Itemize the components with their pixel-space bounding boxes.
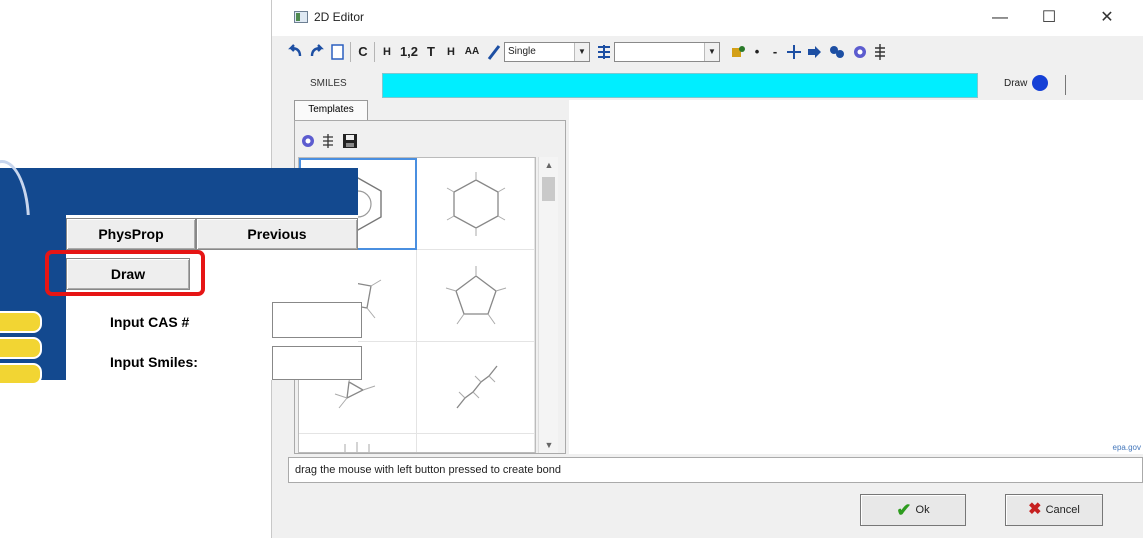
numbering-button[interactable]: 1,2	[398, 42, 420, 62]
draw-button-highlight	[45, 250, 205, 296]
status-bar: drag the mouse with left button pressed …	[288, 457, 1143, 483]
undo-icon[interactable]	[286, 42, 304, 62]
decorative-pill-icon	[0, 337, 42, 359]
align-icon[interactable]	[320, 133, 336, 149]
decorative-pill-icon	[0, 311, 42, 333]
bond-stereo-icon[interactable]	[596, 42, 612, 62]
editor-window: 2D Editor — ☐ ✕ C H 1,2 T H AA Single ▼ …	[272, 0, 1143, 538]
ring-icon[interactable]	[852, 42, 868, 62]
scroll-thumb[interactable]	[542, 177, 555, 201]
cancel-button[interactable]: ✖ Cancel	[1005, 494, 1103, 526]
new-document-icon[interactable]	[330, 42, 346, 62]
ok-label: Ok	[915, 504, 930, 516]
drawing-canvas[interactable]: epa.gov	[569, 100, 1143, 454]
physprop-button[interactable]: PhysProp	[66, 218, 196, 250]
smiles-input[interactable]	[382, 73, 978, 98]
templates-scrollbar[interactable]: ▲ ▼	[538, 157, 558, 453]
move-icon[interactable]	[786, 42, 802, 62]
hydrogen-button-2[interactable]: H	[444, 42, 458, 62]
decorative-pill-icon	[0, 363, 42, 385]
divider	[1065, 75, 1066, 95]
toolbar: C H 1,2 T H AA Single ▼ ▼ • -	[280, 38, 1130, 68]
chain-structure-icon	[456, 365, 498, 409]
atom-select[interactable]: ▼	[614, 42, 720, 62]
template-chain[interactable]	[417, 342, 535, 434]
ok-button[interactable]: ✔ Ok	[860, 494, 966, 526]
fill-icon[interactable]	[730, 42, 746, 62]
partial-structure-icon	[344, 442, 370, 452]
cyclohexane-structure-icon	[446, 172, 506, 236]
ring-icon[interactable]	[300, 133, 316, 149]
bond-type-value: Single	[508, 46, 536, 57]
close-button[interactable]: ✕	[1084, 0, 1130, 36]
draw-smiles-label[interactable]: Draw	[1004, 78, 1027, 89]
align-icon[interactable]	[872, 42, 888, 62]
carbon-button[interactable]: C	[356, 42, 370, 62]
input-smiles-label: Input Smiles:	[110, 354, 198, 370]
site-url: epa.gov	[1112, 443, 1141, 452]
title-bar: 2D Editor — ☐ ✕	[272, 0, 1143, 36]
minimize-button[interactable]: —	[977, 0, 1023, 36]
window-title: 2D Editor	[314, 10, 365, 24]
smiles-label: SMILES	[310, 78, 347, 89]
decorative-panel	[0, 215, 66, 385]
background-app-window: PhysProp Previous Draw Input CAS # Input…	[0, 160, 362, 385]
bond-pencil-icon[interactable]	[486, 42, 502, 62]
input-cas-label: Input CAS #	[110, 314, 190, 330]
draw-dot-icon[interactable]	[1032, 75, 1048, 91]
chevron-down-icon[interactable]: ▼	[574, 43, 589, 61]
atom-label-button[interactable]: AA	[462, 42, 482, 62]
previous-button[interactable]: Previous	[196, 218, 358, 250]
scroll-up-icon[interactable]: ▲	[539, 157, 559, 173]
smiles-app-input[interactable]	[272, 346, 362, 380]
arrow-right-icon[interactable]	[806, 42, 822, 62]
cas-input[interactable]	[272, 302, 362, 338]
text-button[interactable]: T	[424, 42, 438, 62]
hydrogen-button[interactable]: H	[380, 42, 394, 62]
cancel-label: Cancel	[1045, 504, 1080, 516]
save-icon[interactable]	[342, 133, 358, 149]
tab-templates[interactable]: Templates	[294, 100, 368, 120]
dot-icon[interactable]: •	[752, 42, 762, 62]
chevron-down-icon[interactable]: ▼	[704, 43, 719, 61]
template-cyclopentane[interactable]	[417, 250, 535, 342]
cyclopentane-structure-icon	[445, 266, 507, 325]
minus-icon[interactable]: -	[770, 42, 780, 62]
puzzle-icon[interactable]	[828, 42, 846, 62]
panel-toolbar	[298, 131, 418, 153]
scroll-down-icon[interactable]: ▼	[539, 437, 559, 453]
app-icon	[294, 11, 308, 23]
toolbar-separator	[350, 42, 351, 62]
x-icon: ✖	[1028, 501, 1042, 519]
bond-type-select[interactable]: Single ▼	[504, 42, 590, 62]
checkmark-icon: ✔	[896, 500, 912, 521]
maximize-button[interactable]: ☐	[1026, 0, 1072, 36]
template-more-2[interactable]	[417, 434, 535, 452]
redo-icon[interactable]	[308, 42, 326, 62]
toolbar-separator	[374, 42, 375, 62]
template-cyclohexane[interactable]	[417, 158, 535, 250]
app-banner	[0, 160, 358, 286]
template-more[interactable]	[299, 434, 417, 452]
